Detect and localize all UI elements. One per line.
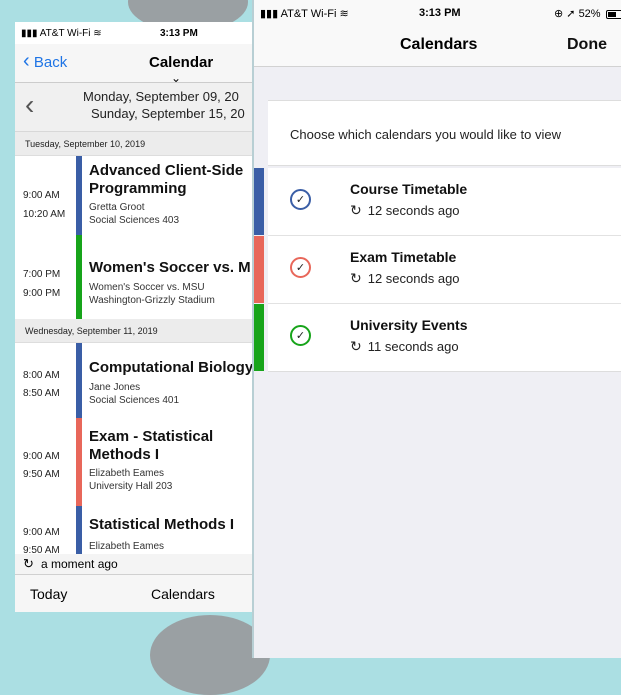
carrier-label: ▮▮▮ AT&T Wi-Fi ≋ bbox=[21, 28, 102, 39]
calendar-item-course-timetable[interactable]: ✓ Course Timetable ↻ 12 seconds ago bbox=[254, 168, 621, 236]
event-person: Gretta Groot bbox=[89, 202, 145, 213]
event-title-line2: Programming bbox=[89, 180, 187, 197]
event-title: Exam - Statistical bbox=[89, 428, 214, 445]
event-color-bar bbox=[76, 235, 82, 319]
event-person: Elizabeth Eames bbox=[89, 468, 165, 479]
battery-percent: 52% bbox=[578, 8, 601, 20]
event-row[interactable]: 7:00 PM 9:00 PM Women's Soccer vs. M Wom… bbox=[15, 235, 260, 320]
calendar-name: Course Timetable bbox=[350, 181, 468, 197]
refresh-icon: ↻ bbox=[350, 338, 362, 354]
event-location: Social Sciences 403 bbox=[89, 215, 180, 226]
calendar-sync-status: ↻ 11 seconds ago bbox=[350, 338, 459, 354]
refresh-icon[interactable]: ↻ bbox=[23, 556, 34, 572]
event-start-time: 9:00 AM bbox=[23, 190, 60, 201]
bottom-toolbar: Today Calendars bbox=[15, 574, 260, 612]
status-time: 3:13 PM bbox=[160, 28, 198, 39]
wifi-icon: ≋ bbox=[339, 8, 349, 20]
day-header: Tuesday, September 10, 2019 bbox=[15, 132, 260, 156]
status-bar: ▮▮▮ AT&T Wi-Fi ≋ 3:13 PM bbox=[15, 22, 260, 44]
event-person: Elizabeth Eames bbox=[89, 541, 165, 552]
checkmark-circle-icon[interactable]: ✓ bbox=[290, 257, 311, 278]
event-row[interactable]: 9:00 AM 9:50 AM Exam - Statistical Metho… bbox=[15, 418, 260, 507]
calendar-name: Exam Timetable bbox=[350, 249, 457, 265]
event-title: Computational Biology bbox=[89, 359, 254, 376]
event-row[interactable]: 9:00 AM 9:50 AM Statistical Methods I El… bbox=[15, 506, 260, 555]
event-location: Social Sciences 401 bbox=[89, 395, 180, 406]
event-person: Jane Jones bbox=[89, 382, 141, 393]
calendar-screen: ▮▮▮ AT&T Wi-Fi ≋ 3:13 PM ‹ Back Calendar… bbox=[15, 22, 260, 612]
done-button[interactable]: Done bbox=[567, 36, 607, 54]
calendar-color-stripe bbox=[254, 168, 264, 235]
refresh-icon: ↻ bbox=[350, 202, 362, 218]
event-location: Washington-Grizzly Stadium bbox=[89, 295, 215, 306]
previous-week-button[interactable]: ‹ bbox=[25, 91, 34, 119]
event-end-time: 9:50 AM bbox=[23, 469, 60, 480]
instruction-text: Choose which calendars you would like to… bbox=[268, 100, 621, 166]
calendar-item-exam-timetable[interactable]: ✓ Exam Timetable ↻ 12 seconds ago bbox=[254, 236, 621, 304]
event-row[interactable]: 9:00 AM 10:20 AM Advanced Client-Side Pr… bbox=[15, 156, 260, 236]
back-button[interactable]: ‹ Back bbox=[23, 51, 67, 71]
event-start-time: 9:00 AM bbox=[23, 451, 60, 462]
navigation-bar: ‹ Back Calendar ⌄ bbox=[15, 44, 260, 85]
location-icon: ➚ bbox=[566, 8, 576, 20]
event-color-bar bbox=[76, 418, 82, 506]
calendar-name: University Events bbox=[350, 317, 468, 333]
event-color-bar bbox=[76, 343, 82, 418]
day-header: Wednesday, September 11, 2019 bbox=[15, 319, 260, 343]
checkmark-circle-icon[interactable]: ✓ bbox=[290, 189, 311, 210]
status-indicators: ⊕ ➚ 52% bbox=[554, 7, 621, 20]
navigation-bar: Calendars Done bbox=[254, 24, 621, 67]
checkmark-circle-icon[interactable]: ✓ bbox=[290, 325, 311, 346]
week-start-label: Monday, September 09, 20 bbox=[83, 89, 239, 104]
carrier-label: ▮▮▮ AT&T Wi-Fi ≋ bbox=[260, 8, 349, 20]
sync-status: ↻ a moment ago bbox=[15, 554, 260, 574]
event-color-bar bbox=[76, 506, 82, 554]
refresh-icon: ↻ bbox=[350, 270, 362, 286]
event-title: Statistical Methods I bbox=[89, 516, 235, 533]
event-color-bar bbox=[76, 156, 82, 235]
event-start-time: 8:00 AM bbox=[23, 370, 60, 381]
event-row[interactable]: 8:00 AM 8:50 AM Computational Biology Ja… bbox=[15, 343, 260, 419]
week-selector: ‹ Monday, September 09, 20 Sunday, Septe… bbox=[15, 83, 260, 132]
calendar-sync-status: ↻ 12 seconds ago bbox=[350, 270, 460, 286]
calendars-screen: ▮▮▮ AT&T Wi-Fi ≋ 3:13 PM ⊕ ➚ 52% Calenda… bbox=[252, 0, 621, 658]
week-end-label: Sunday, September 15, 20 bbox=[91, 106, 245, 121]
event-start-time: 7:00 PM bbox=[23, 269, 61, 280]
event-end-time: 9:00 PM bbox=[23, 288, 61, 299]
status-time: 3:13 PM bbox=[419, 7, 461, 19]
page-title: Calendars bbox=[400, 36, 478, 53]
today-button[interactable]: Today bbox=[30, 586, 67, 602]
page-title: Calendar bbox=[149, 54, 214, 71]
event-title-line2: Methods I bbox=[89, 446, 159, 463]
event-person: Women's Soccer vs. MSU bbox=[89, 282, 205, 293]
calendars-button[interactable]: Calendars bbox=[151, 586, 215, 602]
status-bar: ▮▮▮ AT&T Wi-Fi ≋ 3:13 PM ⊕ ➚ 52% bbox=[254, 0, 621, 24]
sync-status-text: a moment ago bbox=[41, 557, 118, 571]
event-location: University Hall 203 bbox=[89, 481, 173, 492]
wifi-icon: ≋ bbox=[93, 28, 102, 39]
event-title: Advanced Client-Side bbox=[89, 162, 244, 179]
rotation-lock-icon: ⊕ bbox=[554, 8, 564, 20]
chevron-left-icon: ‹ bbox=[23, 50, 30, 72]
calendar-color-stripe bbox=[254, 304, 264, 371]
calendar-color-stripe bbox=[254, 236, 264, 303]
event-end-time: 10:20 AM bbox=[23, 209, 66, 220]
calendar-item-university-events[interactable]: ✓ University Events ↻ 11 seconds ago bbox=[254, 304, 621, 371]
event-title: Women's Soccer vs. M bbox=[89, 259, 251, 276]
battery-icon bbox=[605, 9, 621, 19]
event-end-time: 8:50 AM bbox=[23, 388, 60, 399]
event-start-time: 9:00 AM bbox=[23, 527, 60, 538]
calendar-list: ✓ Course Timetable ↻ 12 seconds ago ✓ Exa… bbox=[254, 168, 621, 372]
calendar-sync-status: ↻ 12 seconds ago bbox=[350, 202, 460, 218]
